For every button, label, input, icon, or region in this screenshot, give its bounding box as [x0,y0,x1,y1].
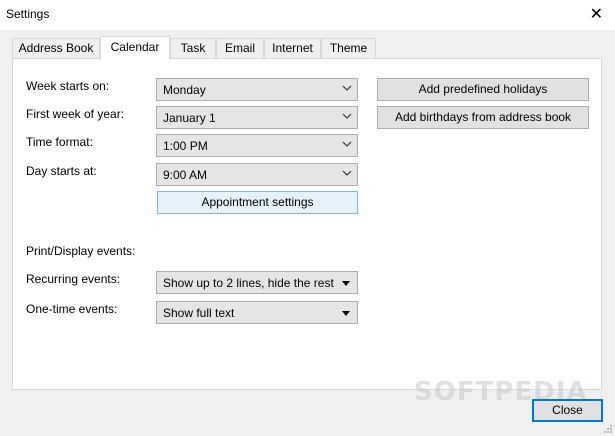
day-starts-label: Day starts at: [26,164,97,178]
tab-task[interactable]: Task [170,38,216,58]
chevron-down-icon [342,85,352,91]
dropdown-arrow-icon [342,311,350,316]
recurring-events-label: Recurring events: [26,272,121,286]
print-display-label: Print/Display events: [26,244,136,258]
tab-internet[interactable]: Internet [264,38,321,58]
onetime-events-value: Show full text [163,306,235,320]
close-button[interactable]: Close [532,399,603,422]
tab-email[interactable]: Email [216,38,264,58]
resize-grip-icon[interactable] [603,424,613,434]
time-format-label: Time format: [26,135,93,149]
onetime-events-label: One-time events: [26,302,118,316]
day-starts-value: 9:00 AM [163,168,208,182]
onetime-events-dropdown[interactable]: Show full text [156,301,358,324]
first-week-value: January 1 [163,111,216,125]
time-format-dropdown[interactable]: 1:00 PM [156,134,358,157]
recurring-events-value: Show up to 2 lines, hide the rest [163,276,334,290]
first-week-label: First week of year: [26,107,125,121]
tab-address-book[interactable]: Address Book [12,38,100,58]
week-starts-label: Week starts on: [26,79,110,93]
recurring-events-dropdown[interactable]: Show up to 2 lines, hide the rest [156,271,358,294]
tab-theme[interactable]: Theme [321,38,376,58]
week-starts-value: Monday [163,83,206,97]
appointment-settings-button[interactable]: Appointment settings [157,191,358,214]
title-bar: Settings ✕ [0,0,615,30]
add-holidays-button[interactable]: Add predefined holidays [377,78,589,101]
first-week-dropdown[interactable]: January 1 [156,106,358,129]
dropdown-arrow-icon [342,281,350,286]
chevron-down-icon [342,170,352,176]
chevron-down-icon [342,141,352,147]
week-starts-dropdown[interactable]: Monday [156,78,358,101]
time-format-value: 1:00 PM [163,139,208,153]
chevron-down-icon [342,113,352,119]
add-birthdays-button[interactable]: Add birthdays from address book [377,106,589,129]
window-close-icon[interactable]: ✕ [590,4,603,24]
day-starts-dropdown[interactable]: 9:00 AM [156,163,358,186]
tab-calendar[interactable]: Calendar [100,36,170,60]
window-title: Settings [6,7,50,21]
